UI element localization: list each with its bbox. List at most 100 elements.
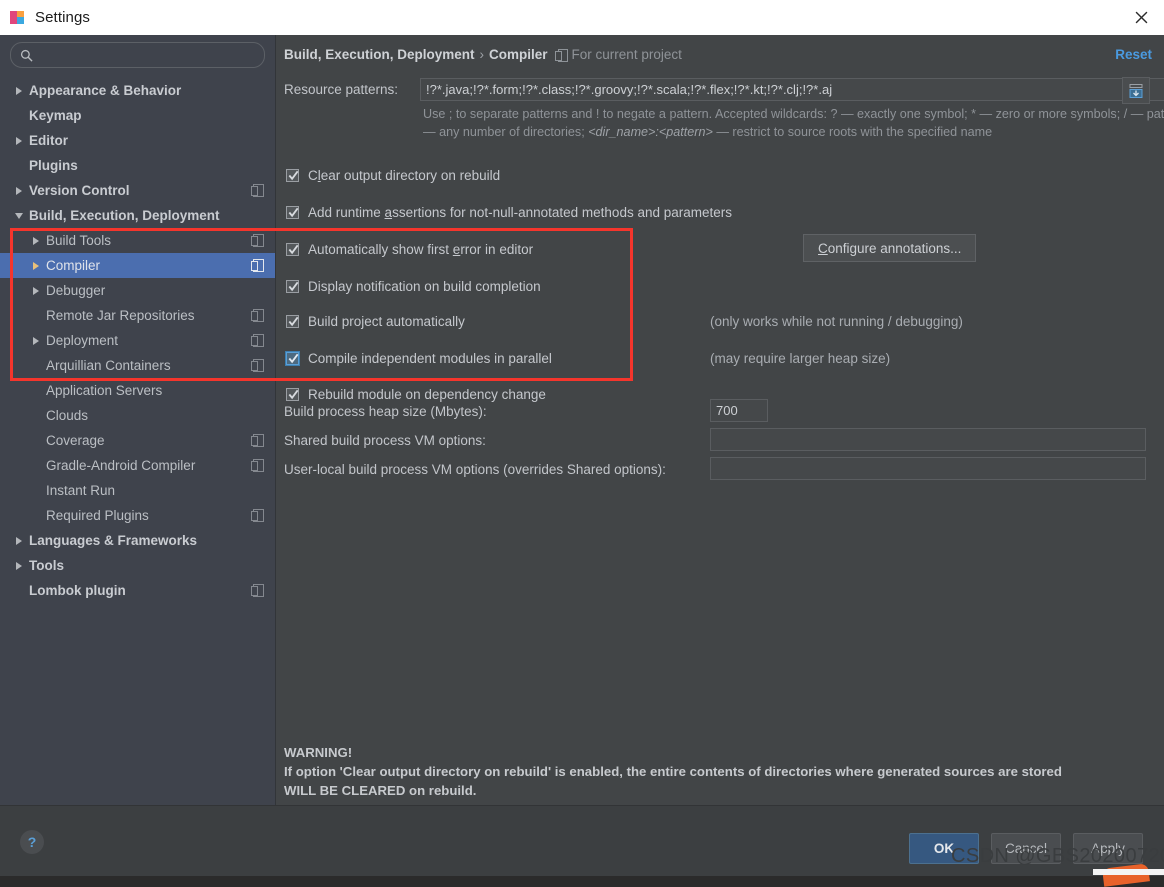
sidebar-item-label: Debugger <box>46 283 106 298</box>
resource-patterns-hint: Use ; to separate patterns and ! to nega… <box>423 105 1164 141</box>
project-scope-icon <box>251 234 264 247</box>
sidebar-item-compiler[interactable]: Compiler <box>0 253 275 278</box>
checkbox-build-project-automatically[interactable]: Build project automatically <box>286 314 465 329</box>
project-scope-icon <box>251 434 264 447</box>
configure-annotations-button[interactable]: Configure annotations... <box>803 234 977 262</box>
help-question-icon[interactable]: ? <box>20 830 44 854</box>
chevron-right-icon[interactable] <box>13 85 24 96</box>
close-icon[interactable] <box>1118 0 1164 34</box>
sidebar-item-label: Remote Jar Repositories <box>46 308 195 323</box>
chevron-right-icon[interactable] <box>13 185 24 196</box>
sidebar-item-label: Build, Execution, Deployment <box>29 208 220 223</box>
sidebar-item-build-execution-deployment[interactable]: Build, Execution, Deployment <box>0 203 275 228</box>
project-scope-icon <box>251 509 264 522</box>
search-input[interactable] <box>39 45 264 65</box>
sidebar-item-version-control[interactable]: Version Control <box>0 178 275 203</box>
checkbox-box[interactable] <box>286 169 299 182</box>
project-scope-icon <box>251 184 264 197</box>
sidebar-item-label: Version Control <box>29 183 130 198</box>
sidebar-item-build-tools[interactable]: Build Tools <box>0 228 275 253</box>
settings-sidebar: Appearance & Behavior Keymap Editor Plugins… <box>0 35 276 805</box>
sidebar-item-lombok-plugin[interactable]: Lombok plugin <box>0 578 275 603</box>
hint-line-3: the specified name <box>886 125 993 139</box>
chevron-right-icon[interactable] <box>30 335 41 346</box>
insert-macro-icon[interactable] <box>1122 77 1150 104</box>
chevron-right-icon[interactable] <box>30 285 41 296</box>
shared-vm-options-input[interactable] <box>710 428 1146 451</box>
checkbox-box[interactable] <box>286 243 299 256</box>
project-scope-icon <box>251 259 264 272</box>
sidebar-item-arquillian-containers[interactable]: Arquillian Containers <box>0 353 275 378</box>
label-shared-vm-options: Shared build process VM options: <box>284 433 486 448</box>
label-user-local-vm-options: User-local build process VM options (ove… <box>284 462 666 477</box>
sidebar-item-label: Plugins <box>29 158 78 173</box>
user-local-vm-options-input[interactable] <box>710 457 1146 480</box>
sidebar-item-remote-jar-repositories[interactable]: Remote Jar Repositories <box>0 303 275 328</box>
sidebar-item-languages-frameworks[interactable]: Languages & Frameworks <box>0 528 275 553</box>
checkbox-rebuild-module-on-dependency-change[interactable]: Rebuild module on dependency change <box>286 387 546 402</box>
sidebar-item-required-plugins[interactable]: Required Plugins <box>0 503 275 528</box>
sidebar-item-application-servers[interactable]: Application Servers <box>0 378 275 403</box>
sidebar-item-clouds[interactable]: Clouds <box>0 403 275 428</box>
chevron-right-icon[interactable] <box>30 260 41 271</box>
checkbox-box[interactable] <box>286 280 299 293</box>
settings-dialog: Appearance & Behavior Keymap Editor Plugins… <box>0 35 1164 876</box>
sidebar-item-gradle-android-compiler[interactable]: Gradle-Android Compiler <box>0 453 275 478</box>
sidebar-item-label: Gradle-Android Compiler <box>46 458 196 473</box>
checkbox-label: Rebuild module on dependency change <box>308 387 546 402</box>
decorative-white-strip <box>1093 869 1164 875</box>
sidebar-item-deployment[interactable]: Deployment <box>0 328 275 353</box>
checkbox-box[interactable] <box>286 206 299 219</box>
sidebar-item-instant-run[interactable]: Instant Run <box>0 478 275 503</box>
sidebar-item-keymap[interactable]: Keymap <box>0 103 275 128</box>
sidebar-item-label: Arquillian Containers <box>46 358 171 373</box>
checkbox-compile-modules-in-parallel[interactable]: Compile independent modules in parallel <box>286 351 552 366</box>
sidebar-item-label: Lombok plugin <box>29 583 126 598</box>
sidebar-item-label: Editor <box>29 133 68 148</box>
sidebar-item-label: Keymap <box>29 108 82 123</box>
chevron-right-icon[interactable] <box>13 560 24 571</box>
hint-line-1: Use ; to separate patterns and ! to nega… <box>423 107 1068 121</box>
configure-annotations-label: Configure annotations... <box>818 240 962 256</box>
breadcrumb: Build, Execution, Deployment › Compiler … <box>284 47 682 62</box>
sidebar-item-editor[interactable]: Editor <box>0 128 275 153</box>
title-bar: Settings <box>0 0 1164 36</box>
sidebar-item-plugins[interactable]: Plugins <box>0 153 275 178</box>
checkbox-label: Compile independent modules in parallel <box>308 351 552 366</box>
checkbox-box[interactable] <box>286 315 299 328</box>
checkbox-auto-show-first-error[interactable]: Automatically show first error in editor <box>286 242 533 257</box>
note-parallel-heap: (may require larger heap size) <box>710 351 891 366</box>
resource-patterns-input[interactable] <box>420 78 1164 101</box>
checkbox-box[interactable] <box>286 352 299 365</box>
window-title: Settings <box>35 9 90 26</box>
sidebar-item-label: Application Servers <box>46 383 163 398</box>
build-heap-size-input[interactable] <box>710 399 768 422</box>
hint-line-2c: — restrict to source roots with <box>712 125 883 139</box>
sidebar-item-label: Compiler <box>46 258 101 273</box>
project-scope-icon <box>554 48 568 62</box>
intellij-icon <box>10 10 26 26</box>
chevron-right-icon[interactable] <box>30 235 41 246</box>
chevron-right-icon[interactable] <box>13 535 24 546</box>
breadcrumb-separator: › <box>479 47 485 62</box>
checkbox-add-runtime-assertions[interactable]: Add runtime assertions for not-null-anno… <box>286 205 732 220</box>
project-scope-icon <box>251 359 264 372</box>
checkbox-display-notification[interactable]: Display notification on build completion <box>286 279 541 294</box>
sidebar-item-debugger[interactable]: Debugger <box>0 278 275 303</box>
search-field-wrapper[interactable] <box>10 42 265 68</box>
resource-patterns-label: Resource patterns: <box>284 82 399 97</box>
compiler-settings-panel: Build, Execution, Deployment › Compiler … <box>276 35 1164 805</box>
hint-line-2b: <dir_name>:<pattern> <box>588 125 713 139</box>
project-scope-icon <box>251 309 264 322</box>
sidebar-item-tools[interactable]: Tools <box>0 553 275 578</box>
sidebar-item-label: Required Plugins <box>46 508 149 523</box>
checkbox-clear-output-directory[interactable]: Clear output directory on rebuild <box>286 168 500 183</box>
sidebar-item-appearance-behavior[interactable]: Appearance & Behavior <box>0 78 275 103</box>
reset-link[interactable]: Reset <box>1115 47 1152 62</box>
chevron-right-icon[interactable] <box>13 135 24 146</box>
search-icon <box>20 49 33 62</box>
checkbox-box[interactable] <box>286 388 299 401</box>
sidebar-item-label: Appearance & Behavior <box>29 83 182 98</box>
chevron-down-icon[interactable] <box>13 210 24 221</box>
sidebar-item-coverage[interactable]: Coverage <box>0 428 275 453</box>
